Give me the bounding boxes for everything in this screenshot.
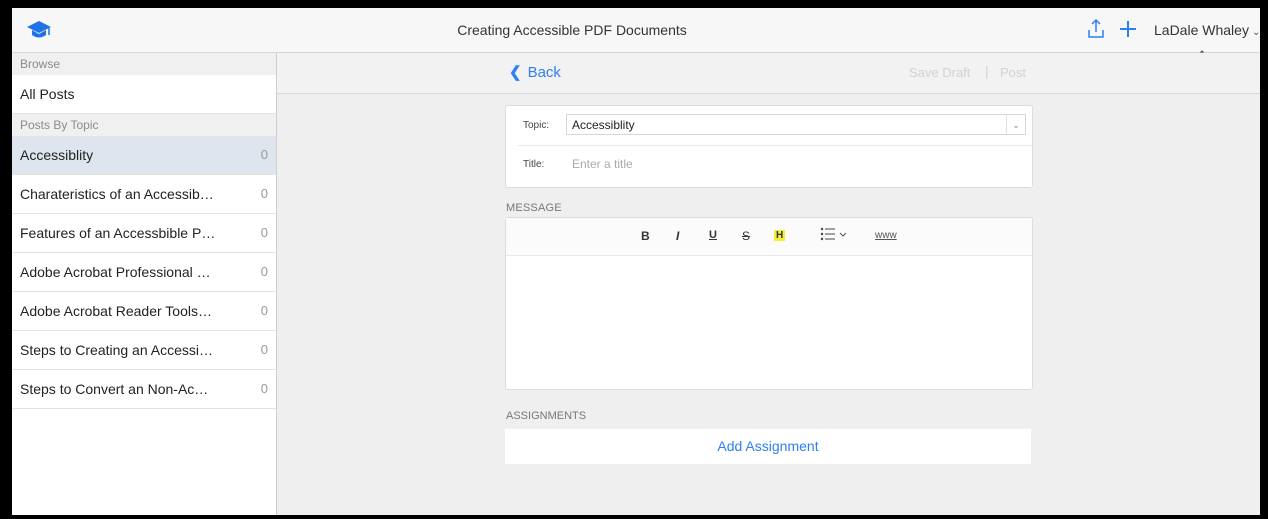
strikethrough-button[interactable]: S — [742, 229, 750, 243]
user-name: LaDale Whaley — [1154, 22, 1249, 38]
add-assignment-button[interactable]: Add Assignment — [505, 429, 1031, 464]
message-textarea[interactable] — [506, 256, 1032, 389]
sidebar-item-all-posts[interactable]: All Posts — [12, 75, 276, 114]
italic-button[interactable]: I — [676, 229, 679, 243]
sidebar-item-label: Features of an Accessbible P… — [20, 225, 216, 241]
back-button[interactable]: ❮ Back — [509, 63, 561, 81]
sidebar-item-topic[interactable]: Steps to Convert an Non-Ac… 0 — [12, 370, 276, 409]
back-label: Back — [527, 64, 561, 81]
list-icon — [820, 227, 847, 241]
topic-select[interactable]: Accessiblity ⌄ — [566, 114, 1026, 135]
sidebar-item-topic[interactable]: Adobe Acrobat Professional … 0 — [12, 253, 276, 292]
add-icon[interactable] — [1116, 17, 1140, 41]
title-input[interactable] — [566, 152, 1028, 176]
sidebar-item-label: Accessiblity — [20, 147, 94, 163]
chevron-down-icon: ⌄ — [1251, 27, 1260, 38]
bold-button[interactable]: B — [641, 229, 650, 243]
sidebar-item-count: 0 — [260, 147, 268, 162]
chevron-down-icon: ⌄ — [1006, 115, 1025, 134]
sidebar-item-label: Charateristics of an Accessib… — [20, 186, 214, 202]
sidebar-item-topic[interactable]: Steps to Creating an Accessi… 0 — [12, 331, 276, 370]
sidebar-item-topic[interactable]: Accessiblity 0 — [12, 136, 276, 175]
sidebar-item-topic[interactable]: Adobe Acrobat Reader Tools… 0 — [12, 292, 276, 331]
highlight-button[interactable]: H — [774, 230, 786, 241]
save-draft-button[interactable]: Save Draft — [909, 65, 970, 80]
top-bar: Creating Accessible PDF Documents LaDale… — [12, 8, 1260, 53]
title-label: Title: — [523, 159, 545, 170]
main-content: ❮ Back Save Draft | Post Topic: Accessibl… — [277, 53, 1260, 515]
underline-button[interactable]: U — [709, 229, 717, 241]
sidebar-section-browse: Browse — [12, 53, 276, 75]
compose-toolbar: ❮ Back Save Draft | Post — [277, 53, 1260, 94]
message-label: MESSAGE — [506, 202, 562, 214]
sidebar-item-count: 0 — [260, 225, 268, 240]
sidebar-item-count: 0 — [260, 264, 268, 279]
chevron-left-icon: ❮ — [509, 64, 522, 81]
editor-toolbar: B I U S H www — [506, 218, 1032, 256]
topic-selected-value: Accessiblity — [572, 118, 635, 132]
user-menu[interactable]: LaDale Whaley ⌄ — [1154, 8, 1260, 52]
toolbar-divider: | — [985, 63, 989, 79]
sidebar-item-count: 0 — [260, 303, 268, 318]
sidebar-section-topics: Posts By Topic — [12, 114, 276, 136]
sidebar-item-label: Adobe Acrobat Reader Tools… — [20, 303, 212, 319]
list-button[interactable] — [820, 226, 850, 245]
sidebar-item-topic[interactable]: Features of an Accessbible P… 0 — [12, 214, 276, 253]
divider — [518, 145, 1032, 146]
sidebar-item-topic[interactable]: Charateristics of an Accessib… 0 — [12, 175, 276, 214]
app-window: Creating Accessible PDF Documents LaDale… — [12, 8, 1260, 515]
topic-label: Topic: — [523, 120, 550, 131]
sidebar-item-label: Steps to Creating an Accessi… — [20, 342, 213, 358]
post-form-card: Topic: Accessiblity ⌄ Title: — [505, 105, 1033, 188]
link-button[interactable]: www — [875, 230, 897, 241]
assignments-label: ASSIGNMENTS — [506, 410, 587, 422]
message-editor: B I U S H www — [505, 217, 1033, 390]
sidebar-item-count: 0 — [260, 186, 268, 201]
post-button[interactable]: Post — [1000, 65, 1026, 80]
page-title: Creating Accessible PDF Documents — [457, 22, 687, 38]
sidebar-item-label: Adobe Acrobat Professional … — [20, 264, 211, 280]
sidebar-item-count: 0 — [260, 381, 268, 396]
share-upload-icon[interactable] — [1084, 17, 1108, 41]
sidebar: Browse All Posts Posts By Topic Accessib… — [12, 53, 277, 515]
sidebar-item-label: Steps to Convert an Non-Ac… — [20, 381, 209, 397]
sidebar-item-count: 0 — [260, 342, 268, 357]
